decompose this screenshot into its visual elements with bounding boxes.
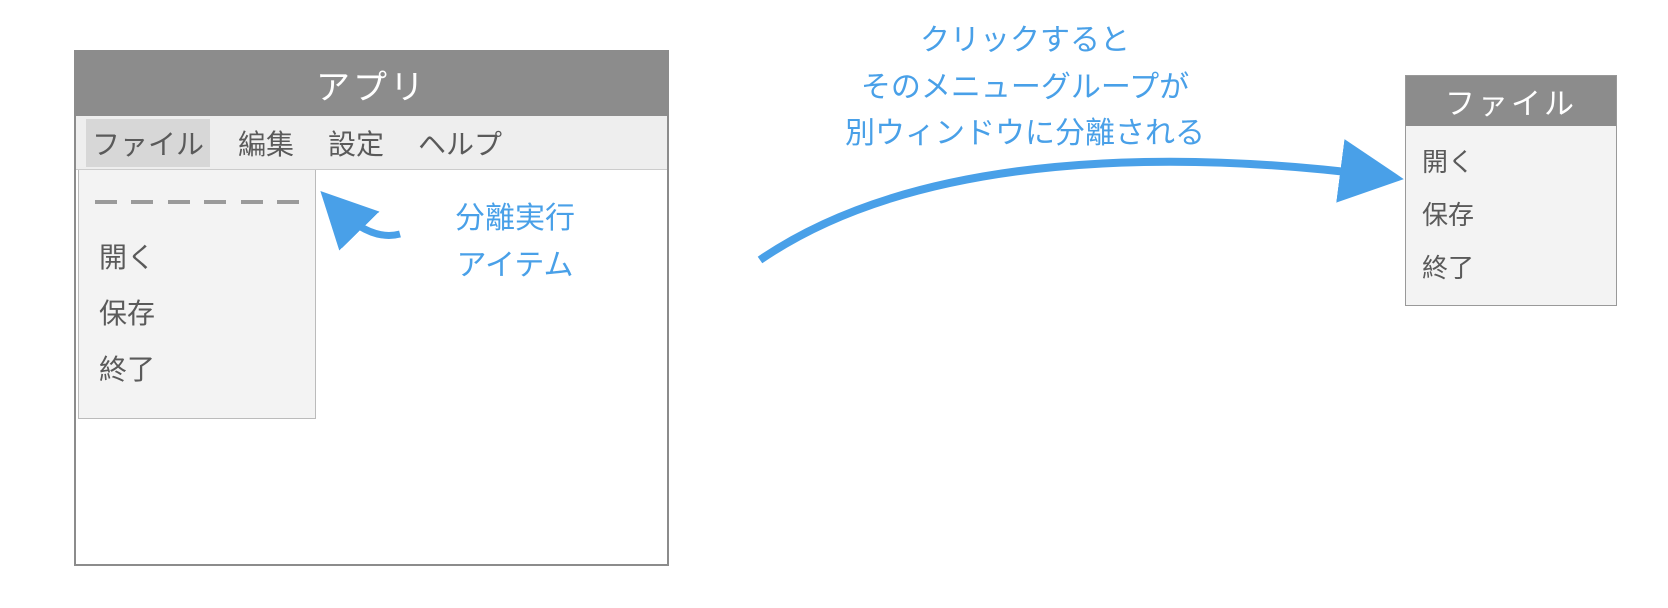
dropdown-open[interactable]: 開く	[95, 228, 299, 284]
detached-titlebar: ファイル	[1406, 76, 1616, 126]
dash-icon	[241, 200, 263, 204]
dash-icon	[131, 200, 153, 204]
detached-save[interactable]: 保存	[1406, 187, 1616, 240]
file-dropdown: 開く 保存 終了	[78, 170, 316, 419]
detached-open[interactable]: 開く	[1406, 134, 1616, 187]
tearoff-handle[interactable]	[95, 190, 299, 214]
menubar: ファイル 編集 設定 ヘルプ	[76, 116, 667, 170]
menu-edit[interactable]: 編集	[232, 119, 300, 167]
dropdown-exit[interactable]: 終了	[95, 340, 299, 396]
dash-icon	[95, 200, 117, 204]
arrow-right-icon	[760, 162, 1380, 260]
annotation-left: 分離実行 アイテム	[400, 196, 630, 289]
detached-body: 開く 保存 終了	[1406, 126, 1616, 305]
dropdown-save[interactable]: 保存	[95, 284, 299, 340]
app-titlebar: アプリ	[76, 52, 667, 116]
menu-settings[interactable]: 設定	[322, 119, 390, 167]
annotation-top-line3: 別ウィンドウに分離される	[790, 111, 1260, 158]
annotation-left-line1: 分離実行	[400, 196, 630, 243]
annotation-top-line2: そのメニューグループが	[790, 65, 1260, 112]
annotation-top-line1: クリックすると	[790, 18, 1260, 65]
dash-icon	[204, 200, 226, 204]
dash-icon	[168, 200, 190, 204]
app-title: アプリ	[316, 60, 427, 109]
detached-window: ファイル 開く 保存 終了	[1405, 75, 1617, 306]
menu-file[interactable]: ファイル	[86, 119, 210, 167]
annotation-top: クリックすると そのメニューグループが 別ウィンドウに分離される	[790, 18, 1260, 158]
detached-title: ファイル	[1445, 79, 1577, 123]
menu-help[interactable]: ヘルプ	[412, 119, 508, 167]
detached-exit[interactable]: 終了	[1406, 240, 1616, 293]
dash-icon	[277, 200, 299, 204]
annotation-left-line2: アイテム	[400, 243, 630, 290]
